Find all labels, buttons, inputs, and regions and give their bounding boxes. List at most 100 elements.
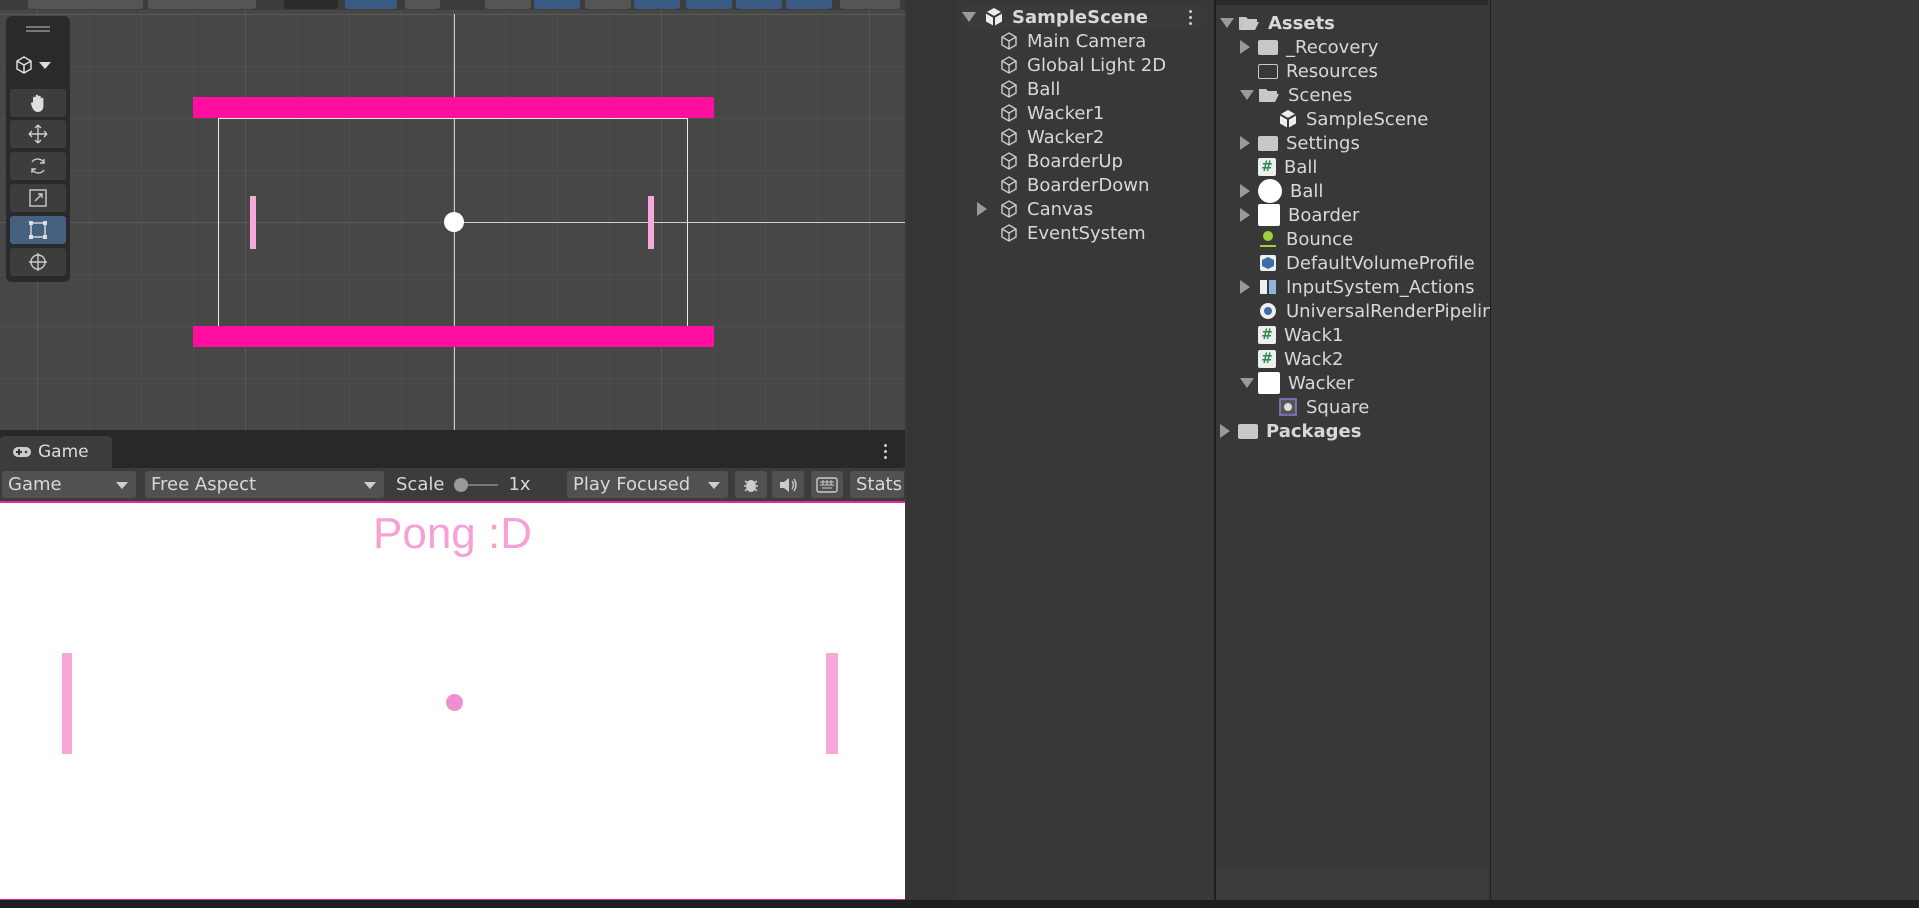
- hierarchy-item-label: Wacker1: [1027, 102, 1105, 124]
- project-item[interactable]: InputSystem_Actions: [1240, 275, 1475, 299]
- hierarchy-item-label: Global Light 2D: [1027, 54, 1167, 76]
- rect-tool-button[interactable]: [10, 216, 66, 244]
- move-icon: [28, 124, 48, 144]
- project-item[interactable]: Bounce: [1258, 227, 1353, 251]
- view-button-4[interactable]: [634, 0, 680, 9]
- chevron-down-icon: [116, 482, 128, 489]
- transform-icon: [29, 253, 47, 271]
- project-item[interactable]: DefaultVolumeProfile: [1258, 251, 1475, 275]
- project-item-label: Ball: [1284, 156, 1318, 178]
- input-actions-icon: [1260, 280, 1276, 294]
- expand-arrow-icon[interactable]: [1220, 18, 1234, 28]
- project-item[interactable]: # Ball: [1258, 155, 1317, 179]
- project-item[interactable]: SampleScene: [1278, 107, 1428, 131]
- expand-arrow-icon[interactable]: [1240, 136, 1250, 150]
- gizmo-button[interactable]: [405, 0, 440, 9]
- snap-button[interactable]: [284, 0, 338, 9]
- hand-tool-button[interactable]: [10, 89, 66, 117]
- scene-view[interactable]: [0, 0, 905, 430]
- view-button-5[interactable]: [686, 0, 732, 9]
- view-button-8[interactable]: [840, 0, 900, 9]
- light-gizmo-icon[interactable]: [444, 212, 464, 232]
- csharp-script-icon: #: [1258, 158, 1276, 176]
- view-button-2[interactable]: [534, 0, 580, 9]
- global-local-button[interactable]: [148, 0, 256, 9]
- project-item[interactable]: Settings: [1240, 131, 1360, 155]
- scene-boarder-up[interactable]: [193, 97, 714, 118]
- hierarchy-item[interactable]: Main Camera: [999, 29, 1146, 53]
- hierarchy-item[interactable]: BoarderDown: [999, 173, 1149, 197]
- expand-arrow-icon[interactable]: [962, 12, 976, 22]
- chevron-down-icon: [364, 482, 376, 489]
- game-viewport[interactable]: Pong :D: [0, 501, 905, 901]
- aspect-dropdown[interactable]: Free Aspect: [145, 471, 384, 498]
- gameobject-icon: [1001, 32, 1017, 50]
- project-item-label: Ball: [1290, 180, 1324, 202]
- scale-tool-button[interactable]: [10, 184, 66, 212]
- project-item[interactable]: Resources: [1258, 59, 1378, 83]
- project-item[interactable]: UniversalRenderPipeline: [1258, 299, 1490, 323]
- rotate-icon: [31, 158, 45, 174]
- view-button-7[interactable]: [786, 0, 832, 9]
- display-dropdown[interactable]: Game: [2, 471, 136, 498]
- project-item[interactable]: Assets: [1220, 11, 1335, 35]
- hierarchy-more-icon[interactable]: [1189, 10, 1193, 25]
- keyboard-icon: [816, 476, 838, 493]
- debug-button[interactable]: [735, 471, 767, 498]
- project-item[interactable]: Ball: [1240, 179, 1324, 203]
- expand-arrow-icon[interactable]: [977, 202, 987, 216]
- expand-arrow-icon[interactable]: [1240, 184, 1250, 198]
- view-button-6[interactable]: [736, 0, 782, 9]
- tab-game[interactable]: Game: [0, 436, 112, 468]
- pivot-button[interactable]: [28, 0, 143, 9]
- project-item[interactable]: _Recovery: [1240, 35, 1378, 59]
- view-button-3[interactable]: [585, 0, 631, 9]
- hierarchy-item[interactable]: Canvas: [977, 197, 1093, 221]
- scene-wacker2[interactable]: [648, 196, 654, 249]
- project-footer: [1216, 870, 1488, 900]
- expand-arrow-icon[interactable]: [1240, 90, 1254, 100]
- project-item[interactable]: # Wack2: [1258, 347, 1343, 371]
- scene-wacker1[interactable]: [250, 196, 256, 249]
- project-item-label: InputSystem_Actions: [1286, 276, 1475, 298]
- hierarchy-item[interactable]: Ball: [999, 77, 1060, 101]
- physics-material-icon: [1260, 231, 1276, 247]
- chevron-down-icon: [39, 61, 51, 69]
- view-button-1[interactable]: [485, 0, 531, 9]
- shortcuts-button[interactable]: [811, 471, 843, 498]
- grid-button[interactable]: [345, 0, 397, 9]
- expand-arrow-icon[interactable]: [1240, 280, 1250, 294]
- slider-thumb[interactable]: [454, 477, 469, 492]
- view-mode-dropdown[interactable]: [14, 52, 62, 78]
- hierarchy-panel: SampleScene Main Camera Global Light 2D Ba…: [907, 0, 1212, 900]
- transform-tool-button[interactable]: [10, 248, 66, 276]
- hierarchy-item[interactable]: Wacker2: [999, 125, 1104, 149]
- hierarchy-item[interactable]: EventSystem: [999, 221, 1146, 245]
- panel-grip[interactable]: [26, 26, 50, 28]
- stats-button[interactable]: Stats: [850, 471, 904, 498]
- expand-arrow-icon[interactable]: [1240, 378, 1254, 388]
- scene-boarder-down[interactable]: [193, 326, 714, 347]
- hierarchy-item[interactable]: Wacker1: [999, 101, 1104, 125]
- hierarchy-scene-row[interactable]: SampleScene: [962, 5, 1207, 29]
- hierarchy-item[interactable]: BoarderUp: [999, 149, 1123, 173]
- mute-audio-button[interactable]: [772, 471, 804, 498]
- expand-arrow-icon[interactable]: [1220, 424, 1230, 438]
- tool-palette: [6, 16, 70, 282]
- scale-slider[interactable]: [454, 477, 499, 492]
- sprite-icon: [1279, 398, 1297, 416]
- project-item[interactable]: Square: [1278, 395, 1369, 419]
- rotate-tool-button[interactable]: [10, 152, 66, 180]
- project-item[interactable]: Wacker: [1240, 371, 1354, 395]
- game-more-icon[interactable]: [884, 444, 888, 459]
- project-item[interactable]: Packages: [1220, 419, 1361, 443]
- move-tool-button[interactable]: [10, 120, 66, 148]
- hierarchy-item[interactable]: Global Light 2D: [999, 53, 1166, 77]
- csharp-script-icon: #: [1258, 326, 1276, 344]
- expand-arrow-icon[interactable]: [1240, 208, 1250, 222]
- project-item[interactable]: # Wack1: [1258, 323, 1343, 347]
- project-item[interactable]: Scenes: [1240, 83, 1352, 107]
- expand-arrow-icon[interactable]: [1240, 40, 1250, 54]
- project-item[interactable]: Boarder: [1240, 203, 1359, 227]
- play-mode-dropdown[interactable]: Play Focused: [567, 471, 728, 498]
